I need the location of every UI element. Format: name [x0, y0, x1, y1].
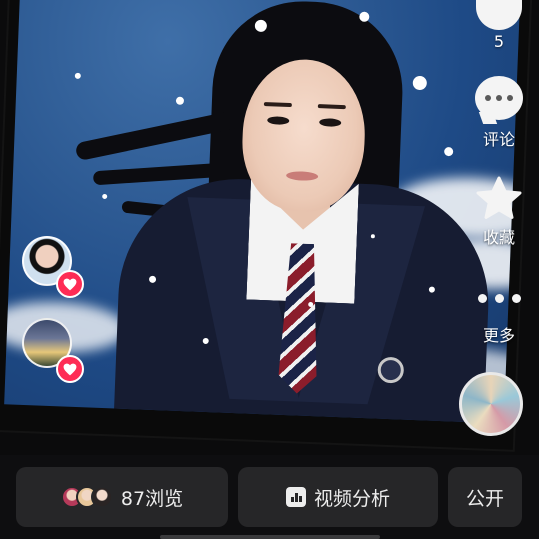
music-disc[interactable]	[459, 372, 523, 436]
favorite-button[interactable]: 收藏	[467, 176, 531, 248]
more-button[interactable]: 更多	[467, 276, 531, 346]
video-feed[interactable]: 5 评论 收藏 更多 87浏览 视频分析 公开	[0, 0, 539, 539]
views-label: 87浏览	[120, 487, 184, 510]
lips	[285, 170, 319, 182]
brow-left	[263, 101, 292, 108]
home-indicator[interactable]	[160, 535, 380, 539]
bottom-action-bar: 87浏览 视频分析 公开	[0, 455, 539, 539]
follower-heart-badge[interactable]	[56, 355, 84, 383]
comment-icon	[475, 76, 523, 120]
privacy-label: 公开	[465, 487, 504, 510]
heart-icon	[63, 278, 77, 290]
like-button[interactable]: 5	[467, 0, 531, 51]
video-analysis-button[interactable]: 视频分析	[238, 467, 438, 527]
comment-button[interactable]: 评论	[467, 76, 531, 150]
eye-left	[267, 116, 290, 125]
viewer-avatars	[60, 486, 113, 508]
heart-icon	[476, 0, 522, 30]
chart-icon	[285, 487, 306, 507]
eye-right	[319, 118, 342, 127]
star-icon	[476, 176, 522, 219]
views-button[interactable]: 87浏览	[16, 467, 228, 527]
brow-right	[317, 104, 346, 110]
heart-icon	[63, 363, 77, 375]
snowflake	[444, 146, 454, 157]
video-frame	[0, 0, 531, 450]
snowflake	[412, 75, 428, 91]
follower-heart-badge[interactable]	[56, 270, 84, 298]
favorite-label: 收藏	[482, 228, 515, 247]
snowflake	[102, 193, 108, 200]
snowflake	[74, 72, 81, 79]
comment-label: 评论	[482, 130, 515, 149]
more-label: 更多	[482, 326, 515, 345]
snowflake	[175, 96, 185, 105]
like-count: 5	[493, 32, 505, 51]
privacy-button[interactable]: 公开	[448, 467, 522, 527]
more-icon	[477, 276, 521, 320]
video-photo	[4, 0, 521, 424]
video-analysis-label: 视频分析	[313, 487, 390, 510]
viewer-avatar	[90, 486, 113, 508]
